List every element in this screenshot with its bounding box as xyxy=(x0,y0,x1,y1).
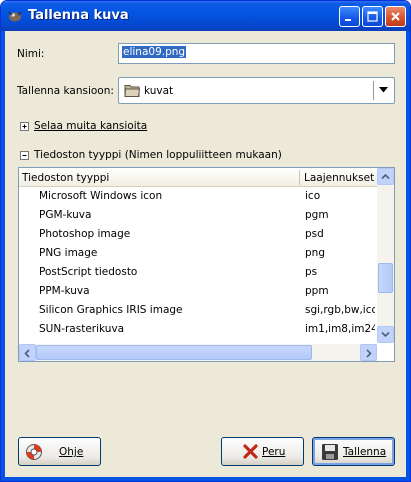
file-type-extensions: sgi,rgb,bw,icon xyxy=(305,304,375,316)
lifebuoy-icon xyxy=(26,444,42,460)
scroll-left-button[interactable] xyxy=(19,344,36,361)
browse-folders-text: Selaa muita kansioita xyxy=(34,120,148,132)
file-type-name: Silicon Graphics IRIS image xyxy=(39,304,183,316)
maximize-button[interactable] xyxy=(362,6,383,27)
cancel-x-icon xyxy=(243,444,258,459)
gimp-icon xyxy=(8,11,22,22)
file-type-name: PNG image xyxy=(39,247,98,259)
file-type-name: Photoshop image xyxy=(39,228,131,240)
cancel-button[interactable]: Peru xyxy=(221,437,304,466)
column-header-type[interactable]: Tiedoston tyyppi xyxy=(22,172,109,184)
chevron-up-icon xyxy=(381,173,390,180)
filename-value: elina09.png xyxy=(122,46,187,58)
file-type-row[interactable]: Photoshop image psd xyxy=(19,225,377,244)
browse-folders-label[interactable]: Selaa muita kansioita xyxy=(34,120,147,132)
combo-separator xyxy=(373,81,374,100)
chevron-down-icon[interactable] xyxy=(379,87,388,93)
file-type-row[interactable]: PNG image png xyxy=(19,244,377,263)
file-type-extensions: ppm xyxy=(305,285,329,297)
file-type-extensions: png xyxy=(305,247,325,259)
chevron-down-icon xyxy=(381,331,390,338)
file-type-extensions: ico xyxy=(305,190,321,202)
help-label: Ohje xyxy=(59,446,84,458)
file-type-row[interactable]: PPM-kuva ppm xyxy=(19,282,377,301)
file-type-extensions: pgm xyxy=(305,209,329,221)
title-bar[interactable]: Tallenna kuva xyxy=(1,1,410,31)
browse-expander[interactable] xyxy=(20,122,29,131)
help-button[interactable]: Ohje xyxy=(18,437,101,466)
filetype-expander[interactable] xyxy=(20,151,29,160)
folder-combobox[interactable]: kuvat xyxy=(118,77,395,104)
vertical-scroll-thumb[interactable] xyxy=(378,263,393,293)
file-type-row[interactable]: PostScript tiedosto ps xyxy=(19,263,377,282)
header-separator xyxy=(299,170,300,185)
file-type-name: Microsoft Windows icon xyxy=(39,190,163,202)
file-type-row[interactable]: SUN-rasterikuva im1,im8,im24,im32 xyxy=(19,320,377,339)
file-type-name: PPM-kuva xyxy=(39,285,90,297)
list-rows: Microsoft Windows icon ico PGM-kuva pgm Phot… xyxy=(19,187,377,341)
plus-icon xyxy=(22,124,27,129)
close-button[interactable] xyxy=(385,6,406,27)
name-label: Nimi: xyxy=(17,48,45,60)
file-type-row[interactable]: Silicon Graphics IRIS image sgi,rgb,bw,ic… xyxy=(19,301,377,320)
folder-value: kuvat xyxy=(144,85,174,97)
filetype-section-label[interactable]: Tiedoston tyyppi (Nimen loppuliitteen mu… xyxy=(34,149,282,161)
filename-input[interactable]: elina09.png xyxy=(118,43,395,64)
cancel-label: Peru xyxy=(262,446,286,458)
horizontal-scroll-thumb[interactable] xyxy=(36,345,312,360)
file-type-extensions: im1,im8,im24,im32 xyxy=(305,323,375,335)
file-type-extensions: ps xyxy=(305,266,318,278)
vertical-scrollbar[interactable] xyxy=(377,168,394,343)
folder-label: Tallenna kansioon: xyxy=(17,85,114,97)
chevron-left-icon xyxy=(24,349,30,358)
maximize-icon xyxy=(367,11,378,22)
list-header: Tiedoston tyyppi Laajennukset xyxy=(19,168,377,187)
file-type-row[interactable]: Microsoft Windows icon ico xyxy=(19,187,377,206)
scroll-up-button[interactable] xyxy=(377,168,394,185)
window-frame-left xyxy=(1,31,5,481)
minimize-icon xyxy=(345,19,351,21)
folder-icon xyxy=(124,85,141,97)
floppy-disk-icon xyxy=(322,444,338,460)
save-image-dialog: Tallenna kuva Nimi: elina09.png Tallenna… xyxy=(0,0,411,482)
file-type-list[interactable]: Tiedoston tyyppi Laajennukset Microsoft … xyxy=(18,167,395,362)
minus-icon xyxy=(22,155,27,156)
save-label: Tallenna xyxy=(343,446,387,458)
close-icon xyxy=(391,12,400,21)
file-type-row[interactable]: PGM-kuva pgm xyxy=(19,206,377,225)
scroll-right-button[interactable] xyxy=(360,344,377,361)
file-type-name: PostScript tiedosto xyxy=(39,266,138,278)
scroll-down-button[interactable] xyxy=(377,326,394,343)
save-button[interactable]: Tallenna xyxy=(312,437,395,466)
minimize-button[interactable] xyxy=(339,6,360,27)
file-type-extensions: psd xyxy=(305,228,324,240)
window-frame-right xyxy=(406,31,410,481)
window-frame-bottom xyxy=(1,477,410,481)
horizontal-scrollbar[interactable] xyxy=(19,344,377,361)
column-header-extensions[interactable]: Laajennukset xyxy=(304,172,374,184)
file-type-name: PGM-kuva xyxy=(39,209,92,221)
chevron-right-icon xyxy=(366,349,372,358)
window-title: Tallenna kuva xyxy=(28,8,129,23)
file-type-name: SUN-rasterikuva xyxy=(39,323,125,335)
